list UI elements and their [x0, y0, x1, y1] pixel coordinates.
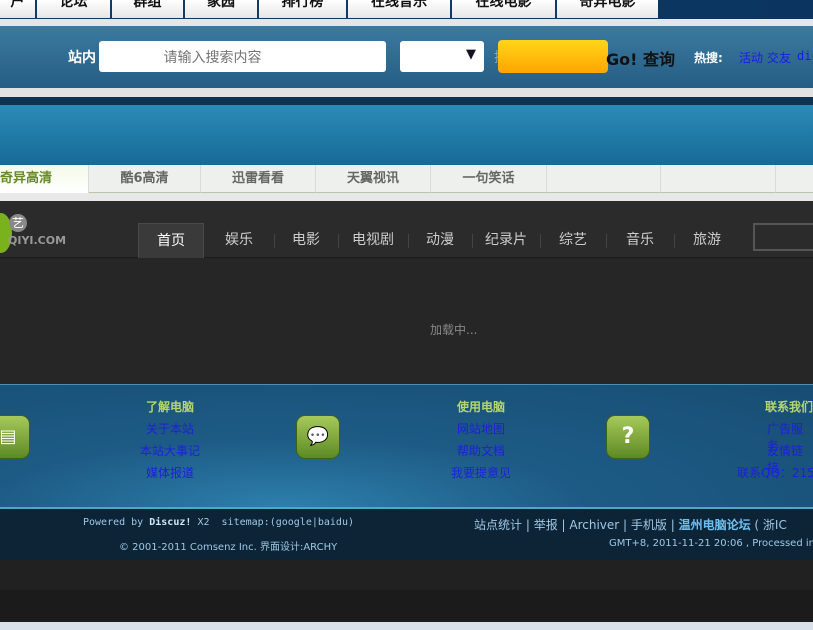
video-source-tabs: 奇异高清 酷6高清 迅雷看看 天翼视讯 一句笑话 — [0, 165, 813, 193]
search-bar: 站内 ▼ 搜索 Go! 查询 热搜: 活动 交友 dis — [0, 26, 813, 88]
qiyi-content: 加载中... — [0, 258, 813, 384]
tab-empty[interactable] — [776, 165, 813, 193]
divider — [0, 193, 813, 201]
top-nav: 户 论坛 群组 家园 排行榜 在线音乐 在线电影 奇异电影 — [0, 0, 813, 19]
nav-tab-qiyi-movies[interactable]: 奇异电影 — [557, 0, 658, 18]
qiyi-nav-home[interactable]: 首页 — [138, 223, 204, 258]
hot-link[interactable]: 交友 — [767, 49, 791, 66]
qiyi-header: 艺 QIYI.COM 首页 娱乐 电影 电视剧 动漫 纪录片 综艺 音乐 旅游 — [0, 201, 813, 258]
nav-tab-music[interactable]: 在线音乐 — [348, 0, 452, 18]
nav-tab-groups[interactable]: 群组 — [112, 0, 185, 18]
footer-link[interactable]: 我要提意见 — [431, 464, 531, 481]
qiyi-nav-documentary[interactable]: 纪录片 — [474, 223, 538, 258]
footer-link: 联系QQ：21525 — [737, 466, 813, 480]
footer-link[interactable]: 关于本站 — [120, 420, 220, 437]
nav-tab-home[interactable]: 家园 — [185, 0, 259, 18]
server-time: GMT+8, 2011-11-21 20:06 , Processed in 0… — [609, 538, 813, 549]
qiyi-nav-music[interactable]: 音乐 — [608, 223, 672, 258]
footer-links: ▤ 了解电脑 关于本站 本站大事记 媒体报道 💬 使用电脑 网站地图 帮助文档 … — [0, 384, 813, 507]
tab-xunlei[interactable]: 迅雷看看 — [201, 165, 316, 193]
hot-link[interactable]: dis — [797, 49, 813, 63]
tab-joke[interactable]: 一句笑话 — [431, 165, 547, 193]
qiyi-nav-tv[interactable]: 电视剧 — [340, 223, 406, 258]
page-bottom — [0, 560, 813, 590]
sitemap-link[interactable]: sitemap:(google|baidu) — [222, 517, 354, 528]
archiver-link[interactable]: Archiver — [569, 518, 619, 532]
chat-bubble-icon: 💬 — [296, 415, 340, 459]
hot-link[interactable]: 活动 — [739, 49, 763, 66]
icp-text: ( 浙IC — [754, 518, 787, 532]
nav-tab[interactable]: 户 — [0, 0, 37, 18]
newspaper-icon: ▤ — [0, 415, 30, 459]
divider — [0, 19, 813, 26]
loading-text: 加载中... — [430, 323, 478, 337]
page-bottom — [0, 622, 813, 630]
tab-tianyi[interactable]: 天翼视讯 — [316, 165, 431, 193]
page-bottom — [0, 590, 813, 622]
tab-ku6-hd[interactable]: 酷6高清 — [89, 165, 201, 193]
stats-link[interactable]: 站点统计 — [474, 518, 522, 532]
divider — [0, 88, 813, 97]
search-input[interactable] — [99, 41, 386, 72]
report-link[interactable]: 举报 — [534, 518, 558, 532]
chevron-down-icon: ▼ — [466, 47, 476, 62]
qiyi-nav-movies[interactable]: 电影 — [276, 223, 336, 258]
qiyi-logo-badge: 艺 — [9, 214, 27, 232]
footer-link[interactable]: 网站地图 — [431, 420, 531, 437]
qiyi-search-input[interactable] — [753, 223, 813, 251]
footer-link[interactable]: 帮助文档 — [431, 442, 531, 459]
nav-tab-ranking[interactable]: 排行榜 — [259, 0, 348, 18]
footer-col-title: 使用电脑 — [456, 400, 505, 414]
qiyi-nav-travel[interactable]: 旅游 — [676, 223, 738, 258]
tab-empty[interactable] — [661, 165, 776, 193]
discuz-link[interactable]: Discuz! — [149, 517, 191, 528]
footer-bottom: Powered by Discuz! X2 sitemap:(google|ba… — [0, 507, 813, 560]
search-scope-label: 站内 — [68, 50, 96, 66]
tab-qiyi-hd[interactable]: 奇异高清 — [0, 165, 89, 193]
powered-by: Powered by — [83, 517, 144, 528]
tab-empty[interactable] — [547, 165, 661, 193]
footer-link[interactable]: 本站大事记 — [120, 442, 220, 459]
hot-search-label: 热搜: — [694, 51, 723, 65]
mobile-link[interactable]: 手机版 — [631, 518, 667, 532]
nav-tab-forum[interactable]: 论坛 — [37, 0, 112, 18]
search-button[interactable] — [498, 40, 608, 73]
question-mark-icon: ? — [606, 415, 650, 459]
footer-link[interactable]: 媒体报道 — [120, 464, 220, 481]
banner — [0, 105, 813, 165]
go-query-button[interactable]: Go! 查询 — [606, 46, 675, 70]
qiyi-logo-text: QIYI.COM — [8, 234, 67, 247]
footer-col-title: 联系我们 — [765, 400, 813, 414]
search-type-select[interactable]: ▼ — [400, 41, 484, 72]
version: X2 — [197, 517, 210, 528]
nav-tab-movies[interactable]: 在线电影 — [452, 0, 557, 18]
copyright: © 2001-2011 Comsenz Inc. 界面设计:ARCHY — [119, 542, 338, 553]
footer-col-title: 了解电脑 — [145, 400, 194, 414]
qiyi-nav-entertainment[interactable]: 娱乐 — [206, 223, 272, 258]
qiyi-nav-anime[interactable]: 动漫 — [410, 223, 470, 258]
site-name-link[interactable]: 温州电脑论坛 — [679, 518, 751, 532]
qiyi-nav-variety[interactable]: 综艺 — [542, 223, 604, 258]
divider — [0, 97, 813, 105]
